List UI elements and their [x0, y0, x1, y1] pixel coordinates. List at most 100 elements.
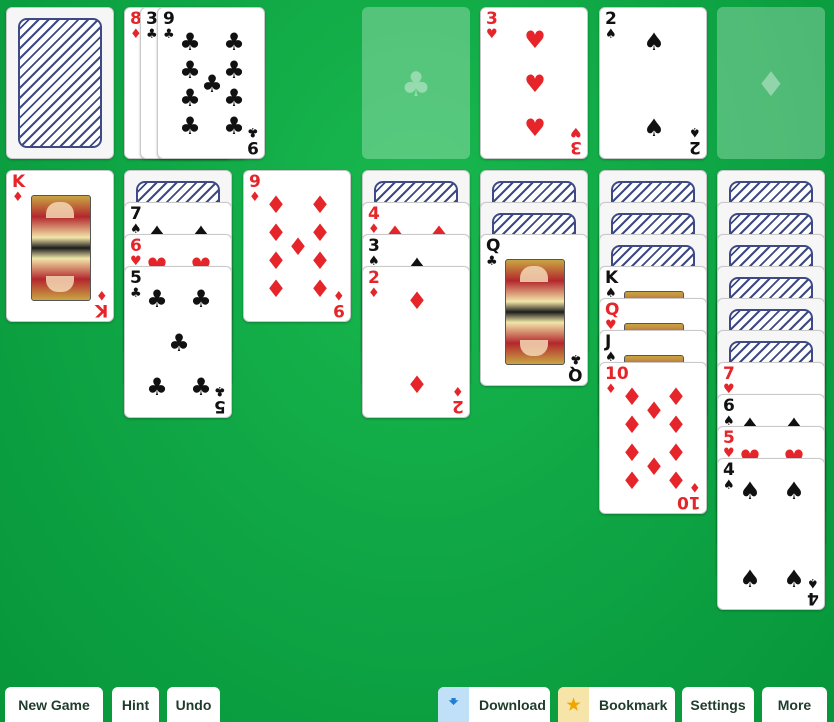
diamond-icon: ♦	[12, 190, 24, 205]
club-icon: ♣	[179, 84, 201, 112]
club-icon: ♣	[223, 56, 245, 84]
card-rank: 9	[163, 9, 175, 29]
download-label: Download	[479, 696, 546, 713]
undo-button[interactable]: Undo	[167, 687, 220, 722]
heart-icon: ♥	[486, 27, 498, 42]
diamond-icon: ♦	[665, 439, 687, 467]
club-icon: ♣	[400, 65, 432, 105]
club-icon: ♣	[179, 112, 201, 140]
spade-icon: ♠	[689, 124, 701, 139]
card-rank: K	[605, 268, 619, 288]
card-rank: 5	[214, 396, 226, 416]
club-icon: ♣	[146, 27, 158, 42]
diamond-icon: ♦	[452, 383, 464, 398]
diamond-icon: ♦	[368, 286, 380, 301]
diamond-icon: ♦	[309, 191, 331, 219]
card-rank: 6	[723, 396, 735, 416]
club-icon: ♣	[570, 351, 582, 366]
diamond-icon: ♦	[689, 479, 701, 494]
hint-button[interactable]: Hint	[112, 687, 159, 722]
card-rank: 5	[130, 268, 142, 288]
spade-icon: ♠	[783, 565, 805, 593]
diamond-icon: ♦	[621, 411, 643, 439]
tableau-card[interactable]: 9 ♦ ♦ ♦ ♦ ♦ ♦ ♦ ♦ ♦ ♦ 9 ♦	[243, 170, 351, 322]
card-rank: 9	[333, 300, 345, 320]
card-rank: 9	[249, 172, 261, 192]
card-rank: K	[94, 300, 108, 320]
diamond-icon: ♦	[605, 382, 617, 397]
club-icon: ♣	[223, 112, 245, 140]
card-rank: J	[605, 332, 612, 352]
card-rank: 10	[605, 364, 629, 384]
diamond-icon: ♦	[755, 65, 787, 105]
stock-pile[interactable]	[6, 7, 114, 159]
new-game-button[interactable]: New Game	[5, 687, 103, 722]
diamond-icon: ♦	[621, 383, 643, 411]
card-rank: 3	[486, 9, 498, 29]
foundation-diamonds-empty[interactable]: ♦	[717, 7, 825, 159]
undo-label: Undo	[175, 696, 212, 713]
card-rank: 9	[247, 137, 259, 157]
spade-icon: ♠	[807, 575, 819, 590]
new-game-label: New Game	[18, 696, 90, 713]
heart-icon: ♥	[570, 124, 582, 139]
club-icon: ♣	[223, 84, 245, 112]
spade-icon: ♠	[723, 478, 735, 493]
club-icon: ♣	[486, 254, 498, 269]
club-icon: ♣	[214, 383, 226, 398]
club-icon: ♣	[130, 286, 142, 301]
tableau-card-queen-clubs[interactable]: Q ♣ Q ♣	[480, 234, 588, 386]
waste-top-card[interactable]: 9 ♣ ♣ ♣ ♣ ♣ ♣ ♣ ♣ ♣ ♣ 9 ♣	[157, 7, 265, 159]
card-rank: 4	[723, 460, 735, 480]
star-icon: ★	[558, 687, 589, 722]
tableau-card[interactable]: 10 ♦ ♦ ♦ ♦ ♦ ♦ ♦ ♦ ♦ ♦ ♦ 10 ♦	[599, 362, 707, 514]
card-rank: 2	[368, 268, 380, 288]
card-rank: K	[12, 172, 26, 192]
foundation-spades[interactable]: 2 ♠ ♠ ♠ 2 ♠	[599, 7, 707, 159]
download-button[interactable]: 🠻 Download	[438, 687, 550, 722]
club-icon: ♣	[179, 28, 201, 56]
tableau-card[interactable]: 2 ♦ ♦ ♦ 2 ♦	[362, 266, 470, 418]
foundation-clubs-empty[interactable]: ♣	[362, 7, 470, 159]
diamond-icon: ♦	[643, 453, 665, 481]
card-rank: 5	[723, 428, 735, 448]
diamond-icon: ♦	[309, 275, 331, 303]
diamond-icon: ♦	[665, 383, 687, 411]
diamond-icon: ♦	[665, 411, 687, 439]
spade-icon: ♠	[783, 477, 805, 505]
diamond-icon: ♦	[621, 467, 643, 495]
card-rank: Q	[567, 364, 582, 384]
spade-icon: ♠	[605, 27, 617, 42]
diamond-icon: ♦	[643, 397, 665, 425]
diamond-icon: ♦	[406, 371, 428, 399]
club-icon: ♣	[190, 285, 212, 313]
diamond-icon: ♦	[249, 190, 261, 205]
club-icon: ♣	[179, 56, 201, 84]
diamond-icon: ♦	[265, 219, 287, 247]
tableau-card[interactable]: 5 ♣ ♣ ♣ ♣ ♣ ♣ 5 ♣	[124, 266, 232, 418]
settings-button[interactable]: Settings	[682, 687, 754, 722]
bookmark-button[interactable]: ★ Bookmark	[558, 687, 675, 722]
card-rank: 3	[570, 137, 582, 157]
diamond-icon: ♦	[96, 287, 108, 302]
club-icon: ♣	[223, 28, 245, 56]
club-icon: ♣	[146, 285, 168, 313]
club-icon: ♣	[146, 373, 168, 401]
diamond-icon: ♦	[265, 191, 287, 219]
diamond-icon: ♦	[621, 439, 643, 467]
card-rank: 7	[130, 204, 142, 224]
card-rank: Q	[486, 236, 501, 256]
diamond-icon: ♦	[265, 247, 287, 275]
card-rank: 10	[677, 492, 701, 512]
foundation-hearts[interactable]: 3 ♥ ♥ ♥ ♥ 3 ♥	[480, 7, 588, 159]
download-arrow-icon: 🠻	[438, 687, 469, 722]
club-icon: ♣	[201, 70, 223, 98]
hint-label: Hint	[121, 696, 150, 713]
more-button[interactable]: More	[762, 687, 827, 722]
club-icon: ♣	[168, 329, 190, 357]
diamond-icon: ♦	[265, 275, 287, 303]
settings-label: Settings	[690, 696, 746, 713]
heart-icon: ♥	[524, 114, 546, 142]
tableau-card-king-diamonds[interactable]: K ♦ K ♦	[6, 170, 114, 322]
tableau-card[interactable]: 4 ♠ ♠ ♠ ♠ ♠ 4 ♠	[717, 458, 825, 610]
